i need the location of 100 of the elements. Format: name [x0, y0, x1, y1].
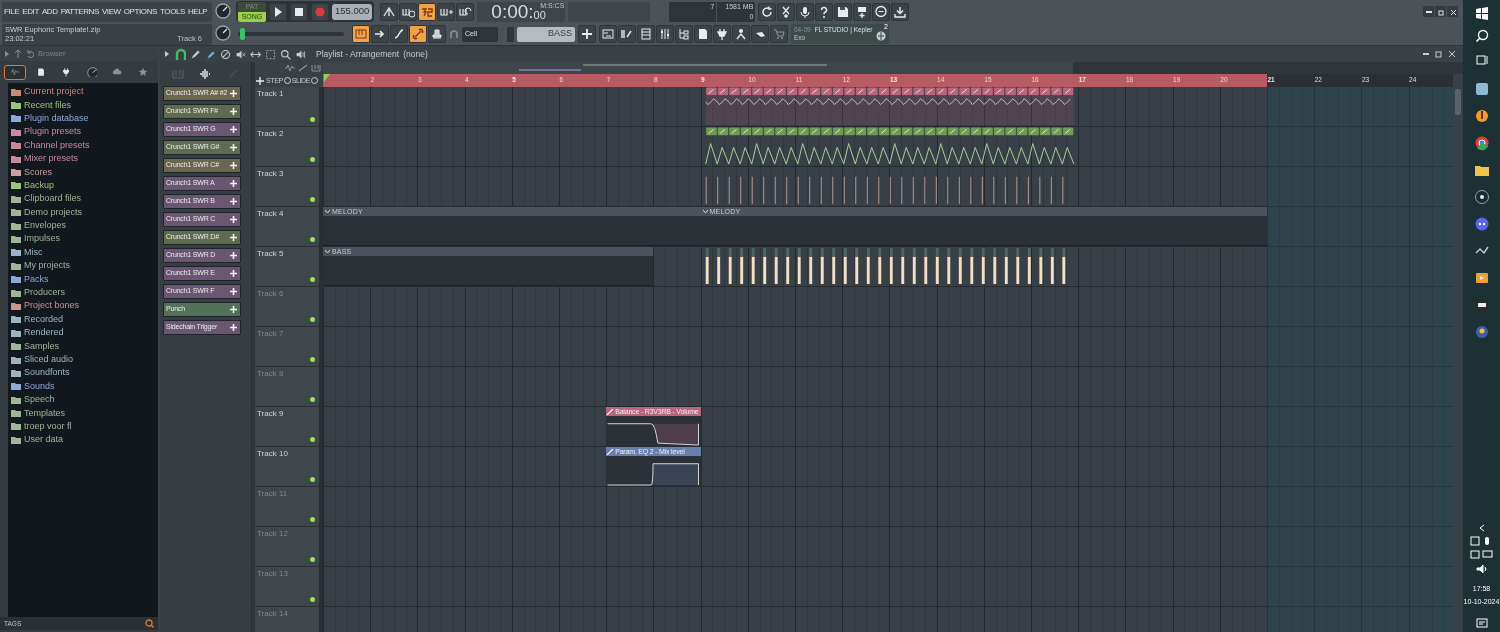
- project-info-button[interactable]: [694, 25, 712, 43]
- track-enable-led[interactable]: [310, 197, 315, 202]
- track-enable-led[interactable]: [310, 117, 315, 122]
- track-enable-led[interactable]: [310, 437, 315, 442]
- menu-item[interactable]: ADD: [41, 5, 58, 18]
- loop-record-button[interactable]: [456, 2, 475, 21]
- minimize-button[interactable]: [1422, 50, 1430, 58]
- close-button[interactable]: [1447, 6, 1458, 17]
- browser-item[interactable]: Recent files: [24, 98, 72, 112]
- browser-item[interactable]: Channel presets: [24, 138, 90, 152]
- typing-keyboard-button[interactable]: [352, 25, 370, 43]
- minimize-button[interactable]: [1423, 6, 1434, 17]
- track-enable-led[interactable]: [310, 517, 315, 522]
- track-header[interactable]: Track 10: [255, 447, 319, 487]
- audio-tab[interactable]: [4, 64, 26, 80]
- play-button[interactable]: [269, 2, 287, 21]
- menu-item[interactable]: TOOLS: [160, 5, 185, 18]
- playlist-button[interactable]: [599, 25, 617, 43]
- metronome-button[interactable]: [380, 2, 399, 21]
- slider-thumb[interactable]: [240, 28, 245, 40]
- track-enable-led[interactable]: [310, 317, 315, 322]
- fruit-app-icon[interactable]: [1473, 108, 1490, 124]
- track-enable-led[interactable]: [310, 277, 315, 282]
- link-button[interactable]: [409, 25, 427, 43]
- track-enable-led[interactable]: [310, 397, 315, 402]
- archive-app-icon[interactable]: [1473, 297, 1490, 313]
- browser-item[interactable]: Envelopes: [24, 219, 67, 233]
- track-header[interactable]: Track 9: [255, 407, 319, 447]
- browser-item[interactable]: User data: [24, 433, 64, 447]
- browser-item[interactable]: Project bones: [24, 299, 80, 313]
- browser-item[interactable]: Clipboard files: [24, 192, 82, 206]
- touch-controller-button[interactable]: [732, 25, 750, 43]
- step-next-button[interactable]: [371, 25, 389, 43]
- download-button[interactable]: [891, 2, 910, 21]
- song-overview-scrollbar[interactable]: [323, 62, 1463, 74]
- media-app-icon[interactable]: [1473, 270, 1490, 286]
- browser-item[interactable]: Misc: [24, 245, 43, 259]
- browser-item[interactable]: Current project: [24, 85, 84, 99]
- track-enable-led[interactable]: [310, 237, 315, 242]
- plugin-button[interactable]: [713, 25, 731, 43]
- browser-button[interactable]: [675, 25, 693, 43]
- help-button[interactable]: [815, 2, 834, 21]
- pattern-selector[interactable]: BASS: [517, 26, 575, 42]
- browser-item[interactable]: My projects: [24, 259, 70, 273]
- menu-item[interactable]: OPTIONS: [123, 5, 157, 18]
- browser-item[interactable]: Sounds: [24, 379, 55, 393]
- browser-item[interactable]: Rendered: [24, 326, 64, 340]
- track-enable-led[interactable]: [310, 357, 315, 362]
- track-header[interactable]: Track 5: [255, 247, 319, 287]
- microphone-button[interactable]: [796, 2, 815, 21]
- stop-button[interactable]: [290, 2, 308, 21]
- wait-record-button[interactable]: [399, 2, 418, 21]
- menu-item[interactable]: PATTERNS: [60, 5, 99, 18]
- track-header[interactable]: Track 1: [255, 87, 319, 127]
- browser-item[interactable]: Backup: [24, 178, 55, 192]
- cut-button[interactable]: [777, 2, 796, 21]
- restore-button[interactable]: [1435, 50, 1443, 58]
- browser-item[interactable]: troep voor fl: [24, 419, 72, 433]
- chat-app-icon[interactable]: [1473, 216, 1490, 232]
- track-enable-led[interactable]: [310, 157, 315, 162]
- track-enable-led[interactable]: [310, 597, 315, 602]
- tempo-display[interactable]: 155.000: [332, 3, 373, 20]
- restore-button[interactable]: [1435, 6, 1446, 17]
- volume-icon[interactable]: [1475, 564, 1488, 574]
- notifications-icon[interactable]: [1475, 618, 1488, 630]
- browser-item[interactable]: Sliced audio: [24, 353, 74, 366]
- app-window-icon[interactable]: [1473, 81, 1490, 97]
- stamp-button[interactable]: [428, 25, 446, 43]
- scroll-thumb[interactable]: [1455, 89, 1461, 115]
- browser-item[interactable]: Mixer presets: [24, 152, 78, 166]
- browser-item[interactable]: Demo projects: [24, 205, 83, 219]
- track-enable-led[interactable]: [310, 557, 315, 562]
- browser-item[interactable]: Samples: [24, 339, 59, 353]
- vertical-scrollbar[interactable]: [1453, 87, 1463, 632]
- add-pattern-button[interactable]: [578, 25, 596, 43]
- slide-button[interactable]: [390, 25, 408, 43]
- menu-item[interactable]: HELP: [188, 5, 208, 18]
- countdown-button[interactable]: [418, 2, 437, 21]
- mixer-button[interactable]: [656, 25, 674, 43]
- pattern-name[interactable]: (none): [403, 47, 428, 61]
- close-button[interactable]: [1448, 50, 1456, 58]
- browser-item[interactable]: Soundfonts: [24, 366, 70, 380]
- save-button[interactable]: [834, 2, 853, 21]
- track-enable-led[interactable]: [310, 477, 315, 482]
- profile-app-icon[interactable]: [1473, 324, 1490, 340]
- menu-item[interactable]: EDIT: [22, 5, 39, 18]
- browser-item[interactable]: Templates: [24, 406, 66, 420]
- browser-item[interactable]: Scores: [24, 165, 52, 179]
- chat-button[interactable]: [872, 2, 891, 21]
- disc-app-icon[interactable]: [1473, 189, 1490, 205]
- plugin-picker-button[interactable]: [751, 25, 769, 43]
- menu-item[interactable]: VIEW: [101, 5, 121, 18]
- menu-item[interactable]: FILE: [4, 5, 20, 18]
- browser-item[interactable]: Producers: [24, 286, 66, 300]
- refresh-button[interactable]: [758, 2, 777, 21]
- browser-item[interactable]: Recorded: [24, 312, 64, 326]
- browser-item[interactable]: Plugin database: [24, 111, 89, 125]
- browser-item[interactable]: Packs: [24, 272, 49, 286]
- track-header[interactable]: Track 3: [255, 167, 319, 207]
- save-new-button[interactable]: [853, 2, 872, 21]
